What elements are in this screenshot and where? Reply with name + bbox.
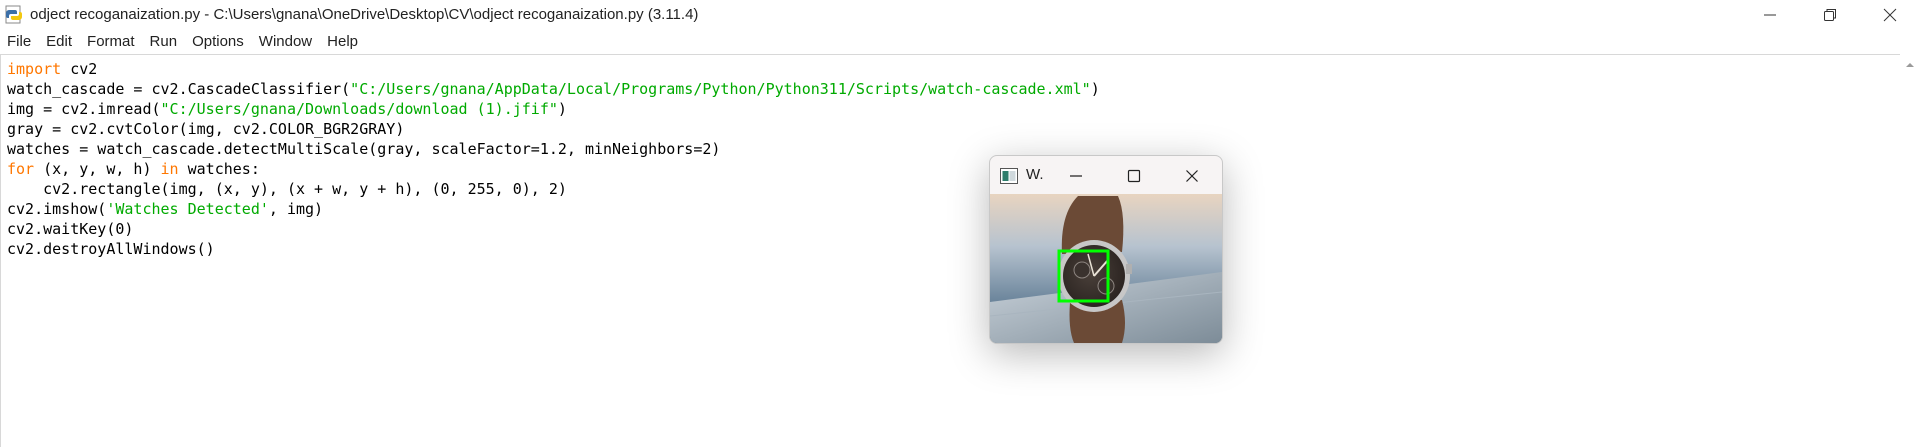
restore-button[interactable] xyxy=(1800,0,1860,29)
restore-icon xyxy=(1824,8,1836,21)
code-token: cv2.imshow( xyxy=(7,200,107,218)
close-icon xyxy=(1883,8,1897,21)
code-line: cv2.waitKey(0) xyxy=(7,220,134,238)
code-line: img = cv2.imread("C:/Users/gnana/Downloa… xyxy=(7,100,567,118)
code-token: (x, y, w, h) xyxy=(34,160,161,178)
menu-help[interactable]: Help xyxy=(320,33,366,50)
code-token: ) xyxy=(1090,80,1100,98)
code-line: cv2.destroyAllWindows() xyxy=(7,240,215,258)
code-token: ) xyxy=(557,100,567,118)
code-line: watches = watch_cascade.detectMultiScale… xyxy=(7,140,721,158)
python-icon xyxy=(5,5,22,23)
code-line: for (x, y, w, h) in watches: xyxy=(7,160,260,178)
code-line: gray = cv2.cvtColor(img, cv2.COLOR_BGR2G… xyxy=(7,120,405,138)
code-token: , img) xyxy=(268,200,324,218)
code-token: watch_cascade = cv2.CascadeClassifier( xyxy=(7,80,351,98)
window-app-icon xyxy=(1000,168,1018,184)
menu-window[interactable]: Window xyxy=(252,33,320,50)
close-icon xyxy=(1186,170,1198,182)
scroll-up-icon[interactable] xyxy=(1900,58,1920,72)
image-window[interactable]: W. xyxy=(989,155,1223,344)
window-controls xyxy=(1740,0,1920,29)
code-line: cv2.imshow('Watches Detected', img) xyxy=(7,200,323,218)
minimize-icon xyxy=(1070,175,1082,177)
string-literal: "C:/Users/gnana/Downloads/download (1).j… xyxy=(160,100,558,118)
image-window-close-button[interactable] xyxy=(1181,166,1203,186)
image-window-titlebar[interactable]: W. xyxy=(990,156,1222,196)
menu-file[interactable]: File xyxy=(0,33,39,50)
detected-watch-image xyxy=(990,194,1222,343)
minimize-icon xyxy=(1764,14,1776,15)
image-window-maximize-button[interactable] xyxy=(1123,166,1145,186)
code-token: img = cv2.imread( xyxy=(7,100,161,118)
close-button[interactable] xyxy=(1860,0,1920,29)
menu-format[interactable]: Format xyxy=(80,33,143,50)
menu-options[interactable]: Options xyxy=(185,33,252,50)
keyword: in xyxy=(160,160,179,178)
string-literal: 'Watches Detected' xyxy=(106,200,269,218)
maximize-icon xyxy=(1127,169,1141,183)
menu-bar: File Edit Format Run Options Window Help xyxy=(0,29,1920,54)
code-line: cv2.rectangle(img, (x, y), (x + w, y + h… xyxy=(7,180,567,198)
code-line: watch_cascade = cv2.CascadeClassifier("C… xyxy=(7,80,1100,98)
image-window-minimize-button[interactable] xyxy=(1065,166,1087,186)
code-line: import cv2 xyxy=(7,60,97,78)
code-text[interactable]: import cv2 watch_cascade = cv2.CascadeCl… xyxy=(7,59,1100,259)
title-bar: odject recoganaization.py - C:\Users\gna… xyxy=(0,0,1920,29)
string-literal: "C:/Users/gnana/AppData/Local/Programs/P… xyxy=(350,80,1091,98)
keyword: import xyxy=(7,60,62,78)
code-editor[interactable]: import cv2 watch_cascade = cv2.CascadeCl… xyxy=(0,54,1901,447)
code-token: watches: xyxy=(178,160,260,178)
window-title: odject recoganaization.py - C:\Users\gna… xyxy=(30,6,699,23)
code-token: cv2 xyxy=(61,60,98,78)
keyword: for xyxy=(7,160,35,178)
vertical-scrollbar[interactable] xyxy=(1900,54,1920,446)
minimize-button[interactable] xyxy=(1740,0,1800,29)
menu-run[interactable]: Run xyxy=(143,33,186,50)
image-window-title: W. xyxy=(1026,166,1044,183)
menu-edit[interactable]: Edit xyxy=(39,33,80,50)
